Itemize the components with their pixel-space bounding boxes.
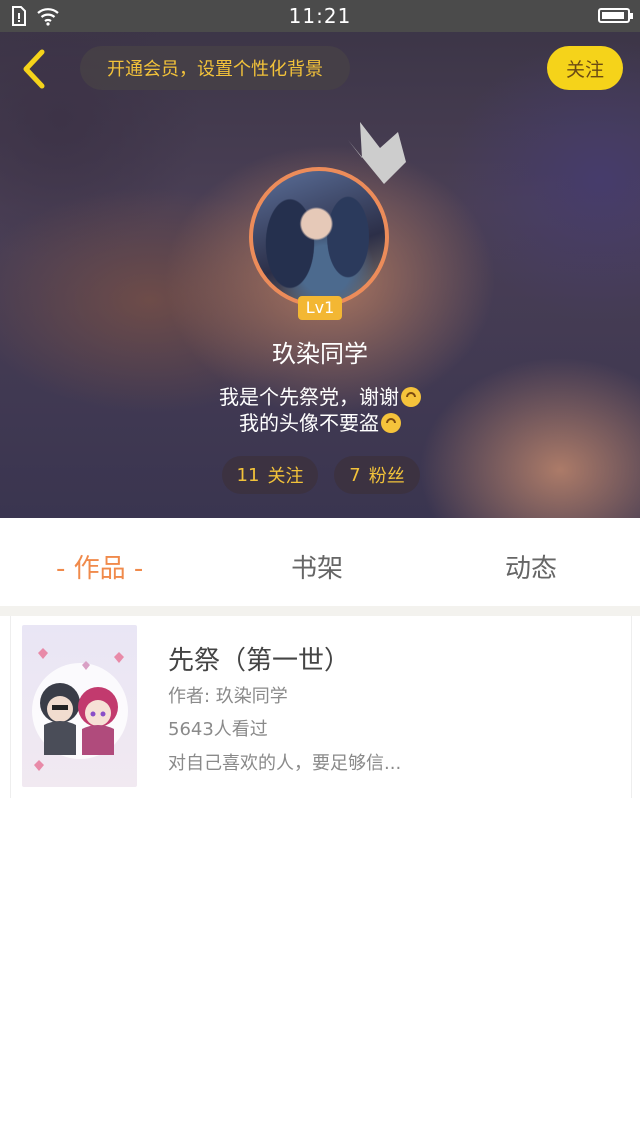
battery-icon	[598, 8, 633, 23]
book-author-name: 玖染同学	[215, 686, 288, 707]
section-divider	[0, 606, 640, 616]
bio-line-2: 我的头像不要盗	[239, 411, 379, 435]
status-bar: 11:21	[0, 0, 640, 32]
work-list-item[interactable]: 先祭（第一世） 作者: 玖染同学 5643人看过 对自己喜欢的人，要足够信...	[10, 616, 632, 798]
following-count: 11	[236, 464, 260, 486]
tab-activity[interactable]: 动态	[505, 548, 557, 585]
avatar[interactable]	[249, 167, 389, 307]
followers-count-button[interactable]: 7 粉丝	[334, 456, 420, 494]
book-author-label: 作者:	[168, 686, 216, 707]
back-button[interactable]	[18, 48, 54, 90]
level-badge: Lv1	[298, 296, 342, 320]
followers-count: 7	[349, 464, 361, 486]
bio-line-1: 我是个先祭党，谢谢	[219, 385, 399, 409]
nickname: 玖染同学	[272, 340, 368, 368]
following-label: 关注	[267, 466, 304, 487]
empty-content-area	[0, 798, 640, 1138]
book-summary: 对自己喜欢的人，要足够信...	[168, 753, 402, 774]
tab-bookshelf[interactable]: 书架	[291, 548, 343, 585]
upside-down-smile-emoji-icon	[381, 413, 401, 433]
book-title: 先祭（第一世）	[168, 646, 351, 676]
profile-header: 11:21 开通会员，设置个性化背景 关注 Lv1 玖染同学 我是个先祭党，谢谢…	[0, 0, 640, 518]
vip-background-prompt[interactable]: 开通会员，设置个性化背景	[80, 46, 350, 90]
profile-tabs: - 作品 - 书架 动态	[0, 518, 640, 608]
book-cover	[22, 625, 137, 787]
upside-down-smile-emoji-icon	[401, 387, 421, 407]
tab-works[interactable]: - 作品 -	[56, 548, 143, 585]
book-views: 5643人看过	[168, 719, 268, 740]
stats-row: 11 关注 7 粉丝	[0, 456, 640, 494]
back-arrow-icon	[23, 49, 45, 89]
book-author: 作者: 玖染同学	[168, 682, 288, 708]
follow-button[interactable]: 关注	[547, 46, 623, 90]
status-time: 11:21	[288, 4, 352, 28]
bio: 我是个先祭党，谢谢 我的头像不要盗	[0, 384, 640, 436]
followers-label: 粉丝	[368, 466, 405, 487]
following-count-button[interactable]: 11 关注	[222, 456, 318, 494]
book-cover-art	[32, 648, 128, 771]
